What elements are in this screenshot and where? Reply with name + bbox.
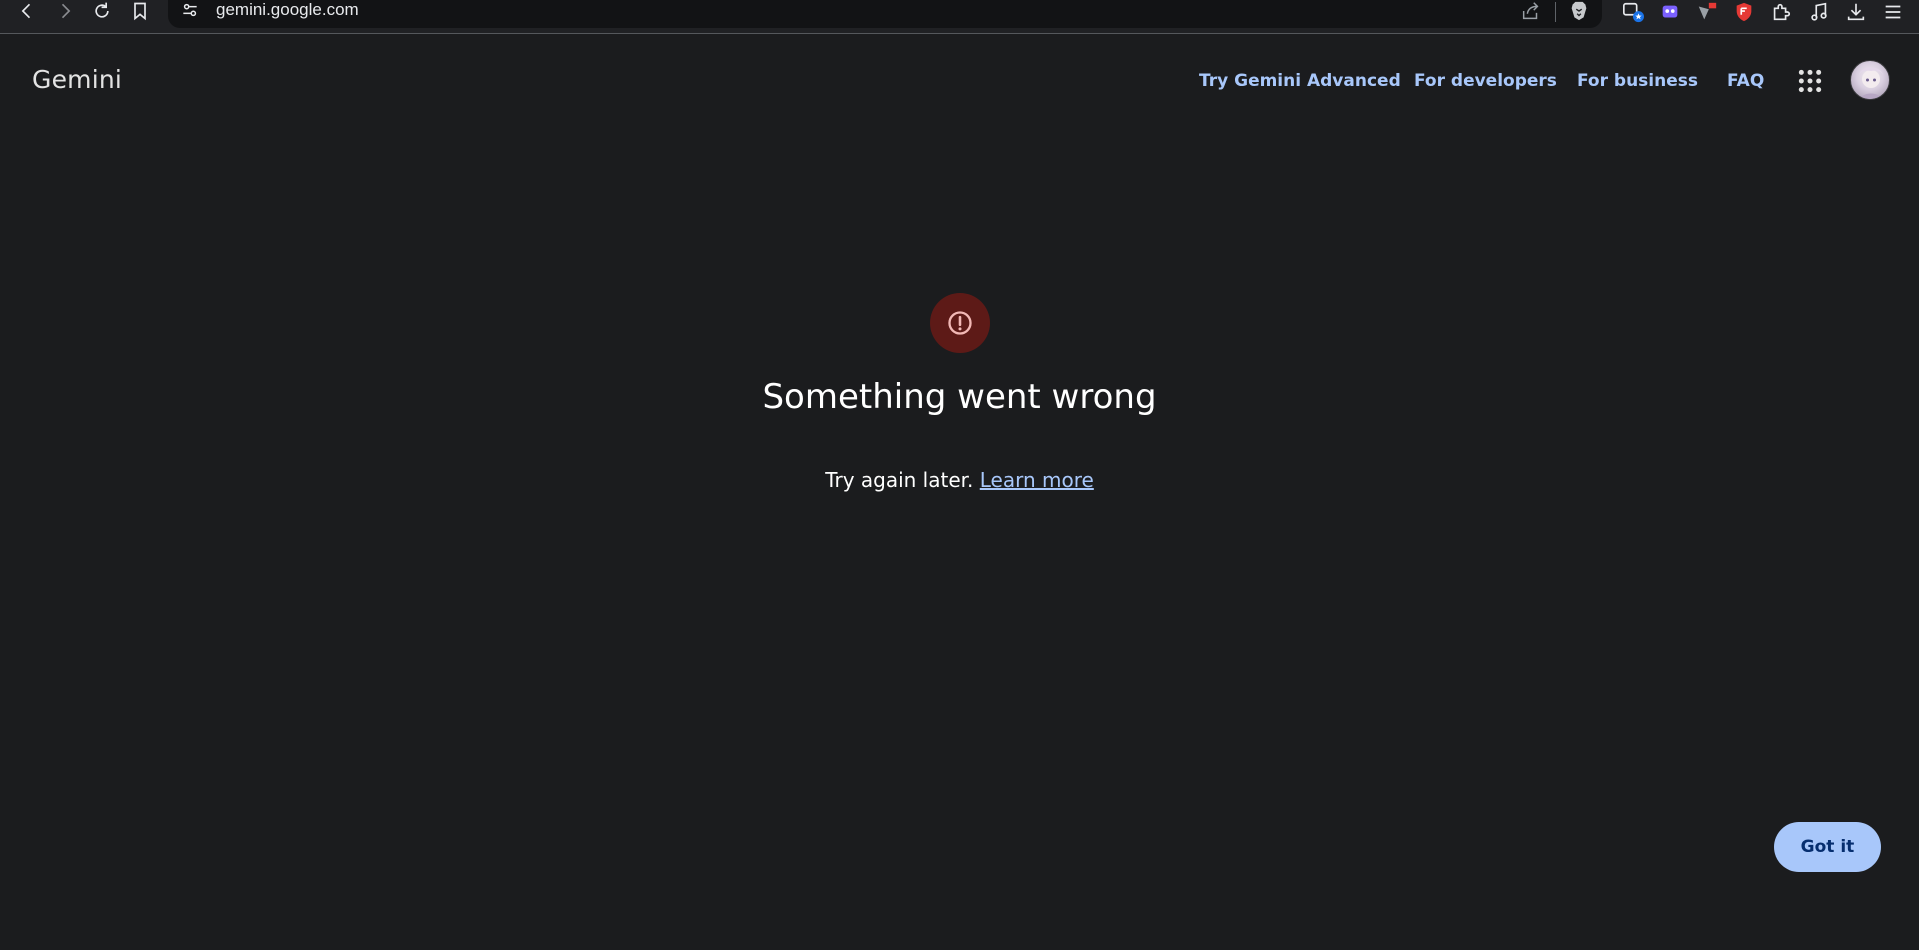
flipboard-extension-button[interactable]: [1731, 0, 1757, 24]
hamburger-menu-icon: [1885, 5, 1901, 19]
error-title: Something went wrong: [762, 377, 1157, 417]
google-apps-icon[interactable]: [1797, 68, 1823, 94]
tab-manager-extension-button[interactable]: [1620, 0, 1646, 24]
bookmark-button[interactable]: [126, 0, 154, 22]
site-settings-icon[interactable]: [180, 0, 200, 20]
gemini-page: Gemini Try Gemini Advanced For developer…: [0, 35, 1919, 950]
robot-extension-icon: [1662, 5, 1678, 18]
brave-shields-icon[interactable]: [1568, 0, 1590, 23]
error-message: Try again later. Learn more: [0, 468, 1919, 492]
download-icon: [1847, 3, 1865, 21]
account-avatar[interactable]: [1850, 60, 1890, 100]
omnibox-divider: [1555, 2, 1556, 22]
learn-more-link[interactable]: Learn more: [980, 468, 1094, 492]
shield-extension-icon: [1736, 2, 1752, 22]
reload-icon: [95, 2, 109, 18]
media-control-button[interactable]: [1806, 0, 1832, 24]
back-button[interactable]: [13, 0, 41, 22]
forward-arrow-icon: [61, 3, 71, 19]
nav-for-business[interactable]: For business: [1577, 71, 1698, 91]
error-alert-icon: [948, 311, 972, 335]
browser-toolbar: gemini.google.com: [0, 0, 1919, 34]
avatar-image: [1859, 67, 1883, 99]
share-icon[interactable]: [1520, 0, 1542, 22]
nav-for-developers[interactable]: For developers: [1414, 71, 1557, 91]
window-extension-icon: [1623, 2, 1644, 23]
top-navigation: Try Gemini Advanced For developers For b…: [0, 71, 1919, 101]
bot-extension-button[interactable]: [1657, 0, 1683, 24]
nav-try-gemini-advanced[interactable]: Try Gemini Advanced: [1199, 71, 1401, 91]
downloads-button[interactable]: [1843, 0, 1869, 24]
reload-button[interactable]: [88, 0, 116, 22]
back-arrow-icon: [21, 3, 31, 19]
address-bar[interactable]: gemini.google.com: [168, 0, 1602, 28]
url-text[interactable]: gemini.google.com: [216, 0, 359, 20]
bookmark-icon: [134, 2, 146, 21]
music-note-icon: [1811, 2, 1827, 21]
nav-faq[interactable]: FAQ: [1727, 71, 1764, 91]
got-it-button[interactable]: Got it: [1774, 822, 1881, 872]
error-message-text: Try again later.: [825, 468, 974, 492]
puzzle-icon: [1773, 3, 1791, 21]
extensions-button[interactable]: [1768, 0, 1794, 24]
pin-extension-button[interactable]: [1694, 0, 1720, 24]
pin-extension-icon: [1698, 2, 1717, 20]
browser-menu-button[interactable]: [1880, 0, 1906, 24]
forward-button[interactable]: [51, 0, 79, 22]
error-badge: [930, 293, 990, 353]
